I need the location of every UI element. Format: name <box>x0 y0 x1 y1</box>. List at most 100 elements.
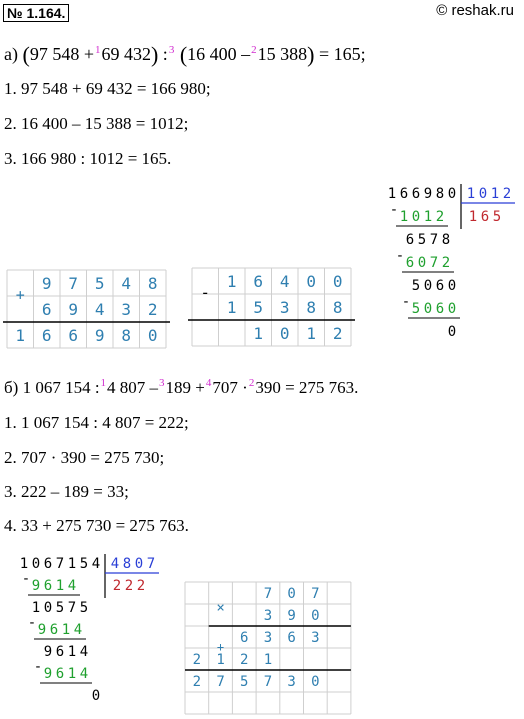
division-step-digit: 9 <box>32 578 40 594</box>
division-step-digit: 2 <box>442 255 450 271</box>
subtraction-digit: 0 <box>306 272 316 291</box>
sum-digit: 0 <box>148 326 158 345</box>
division-step-digit: 1 <box>68 666 76 682</box>
minus-sign: - <box>34 659 42 675</box>
addend-digit: 8 <box>148 274 158 293</box>
division-step-digit: 7 <box>68 600 76 616</box>
plus-sign: + <box>16 286 25 304</box>
dividend-digit: 9 <box>424 186 432 202</box>
partial-product-digit: 2 <box>193 652 201 668</box>
minus-sign: - <box>402 294 410 310</box>
dividend-digit: 6 <box>412 186 420 202</box>
subtraction-digit: 1 <box>227 298 237 317</box>
multiply-sign: × <box>216 600 224 616</box>
column-subtraction: -1 6 4 0 01 5 3 8 81 0 1 2 <box>188 267 355 347</box>
division-step-digit: 6 <box>44 578 52 594</box>
plus-sign: + <box>217 640 224 654</box>
division-step-digit: 0 <box>44 600 52 616</box>
divisor-digit: 0 <box>135 556 143 572</box>
dividend-digit: 0 <box>32 556 40 572</box>
division-step-digit: 4 <box>80 666 88 682</box>
partial-product-digit: 3 <box>311 630 319 646</box>
division-step-digit: 1 <box>424 209 432 225</box>
product-digit: 0 <box>311 674 319 690</box>
product-digit: 5 <box>240 674 248 690</box>
partial-product-digit: 6 <box>240 630 248 646</box>
quotient-digit: 6 <box>481 209 489 225</box>
addend-digit: 4 <box>121 274 131 293</box>
division-step-digit: 6 <box>406 255 414 271</box>
multiplier-digit: 9 <box>287 608 295 624</box>
division-step-digit: 6 <box>56 644 64 660</box>
division-step-digit: 4 <box>68 578 76 594</box>
division-step-digit: 1 <box>32 600 40 616</box>
dividend-digit: 7 <box>56 556 64 572</box>
sum-digit: 1 <box>15 326 25 345</box>
subtraction-digit: 8 <box>333 298 343 317</box>
addend-digit: 3 <box>121 300 131 319</box>
addend-digit: 4 <box>95 300 105 319</box>
division-step-digit: 1 <box>56 578 64 594</box>
partial-product-digit: 3 <box>264 630 272 646</box>
division-step-digit: 0 <box>448 278 456 294</box>
quotient-digit: 2 <box>125 578 133 594</box>
product-digit: 7 <box>264 674 272 690</box>
division-step-digit: 6 <box>436 301 444 317</box>
subtraction-digit: 4 <box>280 272 290 291</box>
partial-product-digit: 1 <box>264 652 272 668</box>
division-step-digit: 0 <box>412 209 420 225</box>
dividend-digit: 8 <box>436 186 444 202</box>
subtraction-digit: 1 <box>227 272 237 291</box>
division-step-digit: 1 <box>62 622 70 638</box>
division-step-digit: 1 <box>68 644 76 660</box>
divisor-digit: 8 <box>123 556 131 572</box>
addend-digit: 5 <box>95 274 105 293</box>
multiplicand-digit: 7 <box>264 586 272 602</box>
partial-product-digit: 6 <box>287 630 295 646</box>
division-step-digit: 6 <box>50 622 58 638</box>
subtraction-digit: 8 <box>306 298 316 317</box>
dividend-digit: 6 <box>400 186 408 202</box>
subtraction-digit: 0 <box>333 272 343 291</box>
column-addition: +9 7 5 4 86 9 4 3 21 6 6 9 8 0 <box>3 269 170 349</box>
long-division-b: 1 0 6 7 1 5 4 4 8 0 72 2 29 6 1 4-1 0 5 7 59 6 1 4-9 6 1 49 6 1 4-0 <box>20 554 159 704</box>
quotient-digit: 2 <box>113 578 121 594</box>
division-step-digit: 7 <box>430 232 438 248</box>
difference-digit: 2 <box>333 324 343 343</box>
division-step-digit: 2 <box>436 209 444 225</box>
quotient-digit: 5 <box>493 209 501 225</box>
difference-digit: 0 <box>280 324 290 343</box>
dividend-digit: 1 <box>68 556 76 572</box>
divisor-digit: 1 <box>491 186 499 202</box>
division-step-digit: 5 <box>412 278 420 294</box>
subtraction-digit: 5 <box>253 298 263 317</box>
difference-digit: 1 <box>306 324 316 343</box>
multiplicand-digit: 7 <box>311 586 319 602</box>
multiplier-digit: 0 <box>311 608 319 624</box>
quotient-digit: 2 <box>137 578 145 594</box>
division-step-digit: 4 <box>74 622 82 638</box>
long-division-a: 1 6 6 9 8 0 1 0 1 21 6 51 0 1 2-6 5 7 86 0 7 2-5 0 6 05 0 6 0-0 <box>388 184 515 340</box>
division-step-digit: 0 <box>92 688 100 704</box>
division-step-digit: 4 <box>80 644 88 660</box>
division-step-digit: 5 <box>56 600 64 616</box>
division-step-digit: 0 <box>424 301 432 317</box>
column-multiplication: 7 0 7× 3 9 06 3 6 32 1 2 1+2 7 5 7 3 0 <box>184 581 352 715</box>
division-step-digit: 7 <box>430 255 438 271</box>
difference-digit: 1 <box>253 324 263 343</box>
division-step-digit: 9 <box>44 644 52 660</box>
division-step-digit: 9 <box>38 622 46 638</box>
product-digit: 7 <box>216 674 224 690</box>
division-step-digit: 0 <box>424 278 432 294</box>
division-step-digit: 8 <box>442 232 450 248</box>
subtraction-digit: 6 <box>253 272 263 291</box>
division-step-digit: 5 <box>80 600 88 616</box>
partial-product-digit: 1 <box>216 652 224 668</box>
division-step-digit: 5 <box>412 301 420 317</box>
division-step-digit: 6 <box>436 278 444 294</box>
division-step-digit: 9 <box>44 666 52 682</box>
addend-digit: 9 <box>42 274 52 293</box>
minus-sign: - <box>22 571 30 587</box>
quotient-digit: 1 <box>469 209 477 225</box>
multiplier-digit: 3 <box>264 608 272 624</box>
